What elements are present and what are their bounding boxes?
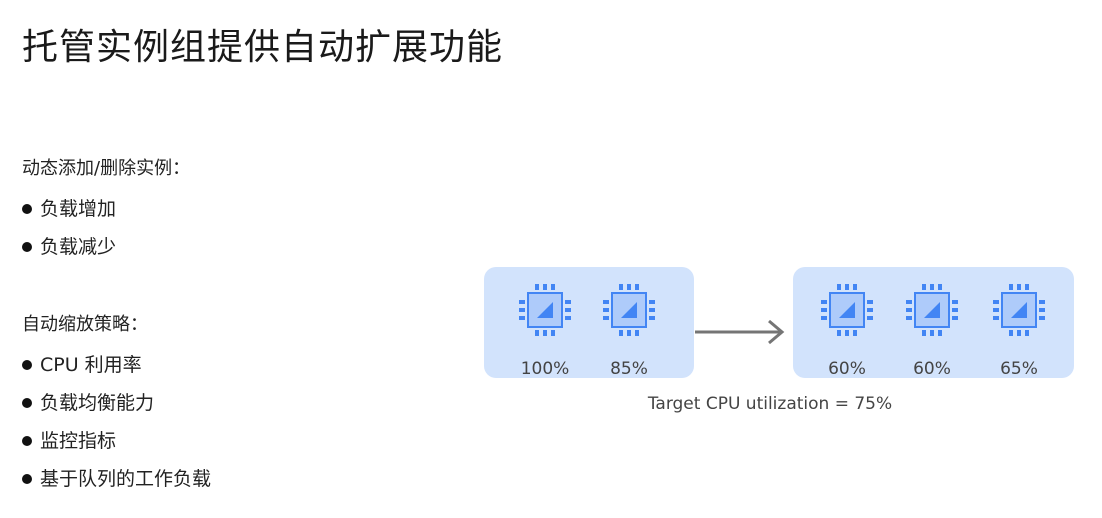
instance-utilization-label: 60% — [828, 359, 866, 379]
instance-chip: 65% — [990, 281, 1048, 379]
bullet-dot-icon — [22, 398, 32, 408]
after-instances-panel: 60% 60% 65% — [793, 267, 1074, 379]
cpu-chip-icon — [516, 281, 574, 339]
bullet-text: 监控指标 — [40, 430, 117, 452]
bullet-load-balancing: 负载均衡能力 — [22, 384, 211, 422]
bullet-dot-icon — [22, 360, 32, 370]
instance-chip: 85% — [600, 281, 658, 379]
page-title: 托管实例组提供自动扩展功能 — [22, 27, 504, 68]
instance-utilization-label: 65% — [1000, 359, 1038, 379]
cpu-chip-icon — [990, 281, 1048, 339]
cpu-chip-icon — [818, 281, 876, 339]
bullet-dot-icon — [22, 436, 32, 446]
bullet-dot-icon — [22, 204, 32, 214]
instance-chip: 60% — [903, 281, 961, 379]
cpu-chip-icon — [600, 281, 658, 339]
bullet-text: 负载均衡能力 — [40, 392, 155, 414]
dynamic-instances-heading: 动态添加/删除实例： — [22, 158, 191, 179]
dynamic-instances-section: 动态添加/删除实例： 负载增加 负载减少 — [22, 154, 190, 266]
before-instances-panel: 100% 85% — [484, 267, 694, 379]
bullet-text: 负载减少 — [40, 236, 117, 258]
target-cpu-caption: Target CPU utilization = 75% — [647, 394, 893, 414]
bullet-cpu-utilization: CPU 利用率 — [22, 346, 211, 384]
instance-utilization-label: 60% — [913, 359, 951, 379]
bullet-load-increase: 负载增加 — [22, 190, 190, 228]
instance-chip: 60% — [818, 281, 876, 379]
instance-utilization-label: 100% — [520, 359, 570, 379]
bullet-text: 负载增加 — [40, 198, 117, 220]
scale-out-arrow-icon — [695, 319, 785, 345]
bullet-monitoring-metrics: 监控指标 — [22, 422, 211, 460]
instance-chip: 100% — [516, 281, 574, 379]
cpu-chip-icon — [903, 281, 961, 339]
autoscale-policy-section: 自动缩放策略： CPU 利用率 负载均衡能力 监控指标 基于队列的工作负载 — [22, 310, 211, 498]
bullet-text: CPU 利用率 — [40, 354, 142, 376]
bullet-dot-icon — [22, 242, 32, 252]
bullet-text: 基于队列的工作负载 — [40, 468, 212, 490]
instance-utilization-label: 85% — [610, 359, 648, 379]
autoscale-policy-heading: 自动缩放策略： — [22, 314, 148, 335]
bullet-dot-icon — [22, 474, 32, 484]
bullet-queue-workload: 基于队列的工作负载 — [22, 460, 211, 498]
bullet-load-decrease: 负载减少 — [22, 228, 190, 266]
